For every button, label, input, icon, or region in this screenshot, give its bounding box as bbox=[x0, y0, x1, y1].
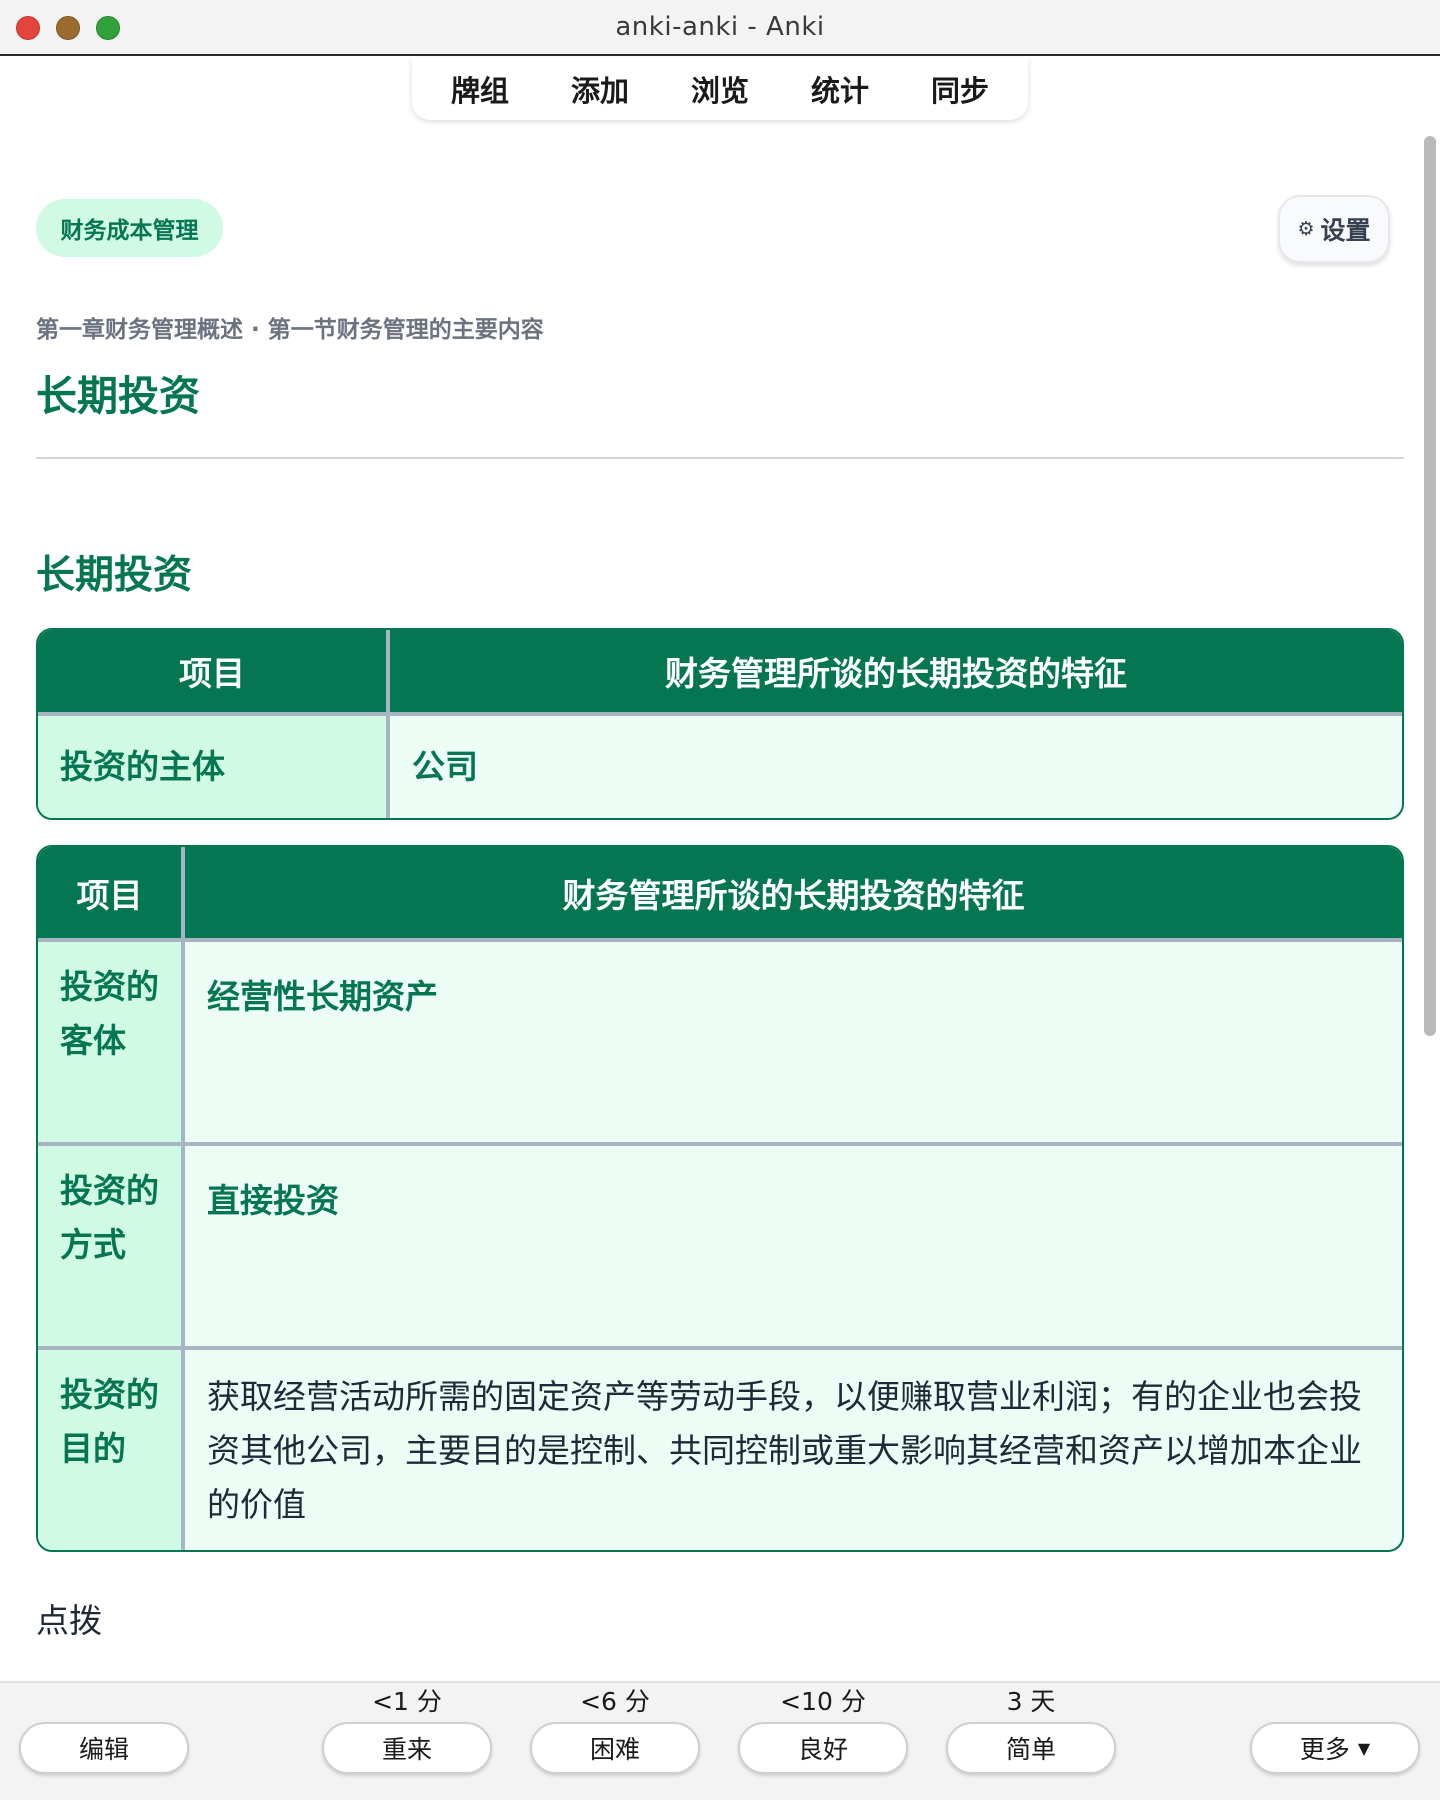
gear-icon: ⚙ bbox=[1297, 218, 1315, 240]
row-value: 直接投资 bbox=[183, 1144, 1402, 1350]
more-label: 更多 bbox=[1299, 1735, 1350, 1764]
settings-button[interactable]: ⚙ 设置 bbox=[1278, 195, 1390, 263]
review-bar bbox=[0, 1681, 1440, 1800]
settings-label: 设置 bbox=[1320, 216, 1371, 245]
row-value: 经营性长期资产 bbox=[183, 940, 1402, 1146]
good-button[interactable]: 良好 bbox=[738, 1722, 908, 1774]
tab-sync[interactable]: 同步 bbox=[931, 68, 989, 110]
table-header-item: 项目 bbox=[38, 630, 390, 716]
row-value: 公司 bbox=[412, 747, 478, 786]
interval-hard: <6 分 bbox=[580, 1687, 650, 1716]
more-button[interactable]: 更多 ▼ bbox=[1250, 1722, 1420, 1774]
again-button[interactable]: 重来 bbox=[322, 1722, 492, 1774]
easy-button[interactable]: 简单 bbox=[946, 1722, 1116, 1774]
breadcrumb: 第一章财务管理概述 · 第一节财务管理的主要内容 bbox=[36, 317, 544, 343]
interval-good: <10 分 bbox=[780, 1687, 866, 1716]
row-key: 投资的主体 bbox=[38, 714, 390, 818]
investment-subject-table: 项目 财务管理所谈的长期投资的特征 投资的主体 公司 bbox=[36, 628, 1404, 820]
top-nav: 牌组 添加 浏览 统计 同步 bbox=[412, 58, 1028, 120]
interval-again: <1 分 bbox=[372, 1687, 442, 1716]
investment-features-table: 项目 财务管理所谈的长期投资的特征 投资的客体 经营性长期资产 投资的方式 直接… bbox=[36, 845, 1404, 1552]
row-key: 投资的客体 bbox=[38, 940, 185, 1146]
tab-stats[interactable]: 统计 bbox=[811, 68, 869, 110]
table-header-feature: 财务管理所谈的长期投资的特征 bbox=[183, 847, 1402, 942]
edit-button[interactable]: 编辑 bbox=[19, 1722, 189, 1774]
title-bar: anki-anki - Anki bbox=[0, 0, 1440, 56]
hard-button[interactable]: 困难 bbox=[530, 1722, 700, 1774]
table-row: 投资的主体 公司 bbox=[38, 714, 1402, 818]
row-key: 投资的方式 bbox=[38, 1144, 185, 1350]
row-key: 投资的目的 bbox=[38, 1348, 185, 1550]
interval-easy: 3 天 bbox=[1006, 1687, 1056, 1716]
tab-add[interactable]: 添加 bbox=[571, 68, 629, 110]
divider bbox=[36, 457, 1404, 459]
tab-browse[interactable]: 浏览 bbox=[691, 68, 749, 110]
section-title: 长期投资 bbox=[36, 553, 193, 598]
window-title: anki-anki - Anki bbox=[615, 12, 825, 42]
table-row: 投资的客体 经营性长期资产 bbox=[38, 940, 1402, 1146]
row-value: 获取经营活动所需的固定资产等劳动手段，以便赚取营业利润；有的企业也会投资其他公司… bbox=[207, 1377, 1362, 1524]
chevron-down-icon: ▼ bbox=[1357, 1738, 1371, 1758]
tip-label: 点拨 bbox=[36, 1601, 102, 1640]
table-header-item: 项目 bbox=[38, 847, 185, 942]
table-row: 投资的方式 直接投资 bbox=[38, 1144, 1402, 1350]
deck-tag: 财务成本管理 bbox=[36, 199, 223, 257]
table-row: 投资的目的 获取经营活动所需的固定资产等劳动手段，以便赚取营业利润；有的企业也会… bbox=[38, 1348, 1402, 1550]
table-header-feature: 财务管理所谈的长期投资的特征 bbox=[388, 630, 1402, 716]
card-title: 长期投资 bbox=[36, 372, 200, 420]
tab-decks[interactable]: 牌组 bbox=[451, 68, 509, 110]
vertical-scrollbar[interactable] bbox=[1424, 136, 1436, 1036]
